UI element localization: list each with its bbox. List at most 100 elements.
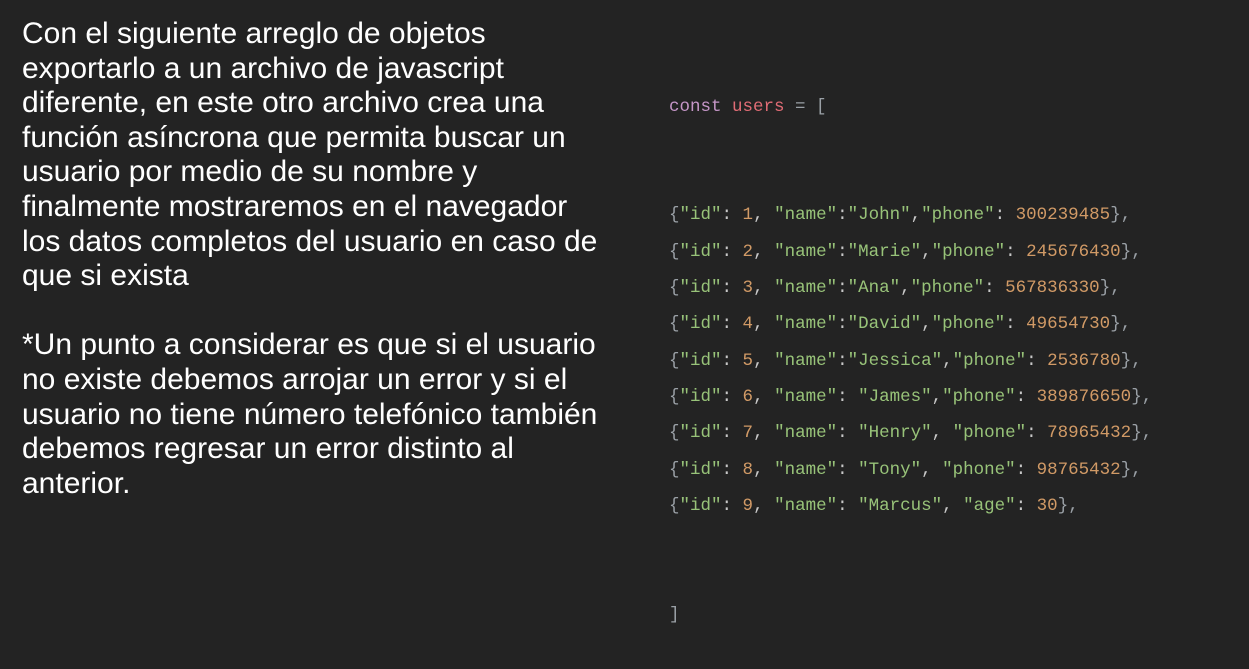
code-punctuation: { <box>669 350 680 371</box>
code-name-val: "Tony" <box>858 459 922 480</box>
code-punctuation: , <box>900 278 911 299</box>
code-punctuation: , <box>753 314 775 335</box>
code-extra-val: 389876650 <box>1036 386 1132 407</box>
code-punctuation: , <box>942 495 964 516</box>
code-row: {"id": 7, "name": "Henry", "phone": 7896… <box>669 415 1152 451</box>
code-id-val: 6 <box>742 386 754 407</box>
code-punctuation: , <box>942 350 953 371</box>
code-row: {"id": 9, "name": "Marcus", "age": 30}, <box>669 488 1152 524</box>
paragraph1-line: diferente, en este otro archivo crea una <box>22 86 544 120</box>
code-row: {"id": 2, "name":"Marie","phone": 245676… <box>669 234 1152 270</box>
code-punctuation: : <box>837 205 848 226</box>
code-punctuation: { <box>669 278 680 299</box>
code-punctuation: , <box>931 423 953 444</box>
code-punctuation: , <box>753 423 775 444</box>
code-punctuation: , <box>753 386 775 407</box>
code-name-key: "name" <box>774 459 838 480</box>
code-punctuation: , <box>753 495 775 516</box>
code-punctuation: : <box>1015 459 1037 480</box>
code-punctuation: : <box>1005 241 1027 262</box>
code-punctuation: }, <box>1120 241 1142 262</box>
code-punctuation: { <box>669 459 680 480</box>
paragraph2-line: anterior. <box>22 466 131 500</box>
code-punctuation: }, <box>1131 386 1153 407</box>
code-id-key: "id" <box>679 314 722 335</box>
code-extra-key: "phone" <box>921 205 995 226</box>
code-extra-val: 98765432 <box>1036 459 1121 480</box>
code-extra-key: "age" <box>963 495 1016 516</box>
code-punctuation: }, <box>1120 459 1142 480</box>
code-name-key: "name" <box>774 314 838 335</box>
code-punctuation: }, <box>1110 314 1132 335</box>
code-punctuation: : <box>721 495 743 516</box>
code-punctuation: : <box>1015 386 1037 407</box>
code-punctuation: : <box>837 495 859 516</box>
code-extra-val: 567836330 <box>1005 278 1100 299</box>
code-keyword: const <box>669 96 722 117</box>
code-name-key: "name" <box>774 495 838 516</box>
code-row: {"id": 6, "name": "James","phone": 38987… <box>669 379 1152 415</box>
code-punctuation: }, <box>1110 205 1132 226</box>
code-punctuation: : <box>721 423 743 444</box>
code-block: const users = [ {"id": 1, "name":"John",… <box>669 16 1152 669</box>
code-variable: users <box>732 96 785 117</box>
code-row: {"id": 1, "name":"John","phone": 3002394… <box>669 197 1152 233</box>
code-closing-bracket: ] <box>669 604 680 625</box>
code-id-val: 2 <box>742 241 754 262</box>
code-id-val: 4 <box>742 314 754 335</box>
code-name-val: "David" <box>847 314 922 335</box>
code-punctuation: , <box>921 314 932 335</box>
code-punctuation: , <box>921 459 943 480</box>
code-extra-val: 30 <box>1036 495 1058 516</box>
code-row: {"id": 8, "name": "Tony", "phone": 98765… <box>669 452 1152 488</box>
code-punctuation: : <box>1026 423 1048 444</box>
code-extra-key: "phone" <box>931 241 1006 262</box>
code-punctuation: : <box>837 241 848 262</box>
code-punctuation: { <box>669 314 680 335</box>
code-name-key: "name" <box>774 278 838 299</box>
code-id-key: "id" <box>679 495 722 516</box>
code-id-key: "id" <box>679 278 722 299</box>
code-punctuation: : <box>721 350 743 371</box>
code-punctuation: , <box>931 386 943 407</box>
code-header-line: const users = [ <box>669 89 1152 125</box>
paragraph2-line: debemos regresar un error distinto al <box>22 432 514 466</box>
code-name-key: "name" <box>774 350 838 371</box>
code-punctuation: { <box>669 423 680 444</box>
code-punctuation: : <box>721 459 743 480</box>
code-punctuation: }, <box>1057 495 1079 516</box>
code-extra-val: 49654730 <box>1026 314 1111 335</box>
code-extra-key: "phone" <box>952 423 1027 444</box>
code-punctuation: : <box>837 278 848 299</box>
code-punctuation: , <box>753 278 775 299</box>
code-punctuation: : <box>721 386 743 407</box>
paragraph1-line: usuario por medio de su nombre y <box>22 155 478 189</box>
code-name-val: "Marie" <box>847 241 922 262</box>
code-row: {"id": 5, "name":"Jessica","phone": 2536… <box>669 343 1152 379</box>
code-extra-val: 2536780 <box>1047 350 1121 371</box>
paragraph1-line: finalmente mostraremos en el navegador <box>22 189 568 223</box>
code-punctuation: { <box>669 205 680 226</box>
code-punctuation: : <box>721 314 743 335</box>
code-id-val: 7 <box>742 423 754 444</box>
code-name-val: "Henry" <box>858 423 932 444</box>
code-name-val: "Marcus" <box>858 495 943 516</box>
code-extra-val: 245676430 <box>1026 241 1121 262</box>
code-punctuation: { <box>669 495 680 516</box>
code-extra-key: "phone" <box>910 278 985 299</box>
code-punctuation: : <box>1026 350 1048 371</box>
code-name-key: "name" <box>774 423 838 444</box>
code-punctuation: , <box>753 350 775 371</box>
code-id-key: "id" <box>679 459 722 480</box>
code-punctuation: : <box>837 314 848 335</box>
code-id-key: "id" <box>679 205 722 226</box>
code-name-key: "name" <box>774 205 838 226</box>
paragraph1-line: que si exista <box>22 259 189 293</box>
paragraph1-line: exportarlo a un archivo de javascript <box>22 51 504 85</box>
code-punctuation: }, <box>1120 350 1142 371</box>
code-extra-val: 300239485 <box>1015 205 1111 226</box>
code-punctuation: : <box>1015 495 1037 516</box>
code-extra-val: 78965432 <box>1047 423 1132 444</box>
instructions-text: Con el siguiente arreglo de objetos expo… <box>22 17 662 501</box>
